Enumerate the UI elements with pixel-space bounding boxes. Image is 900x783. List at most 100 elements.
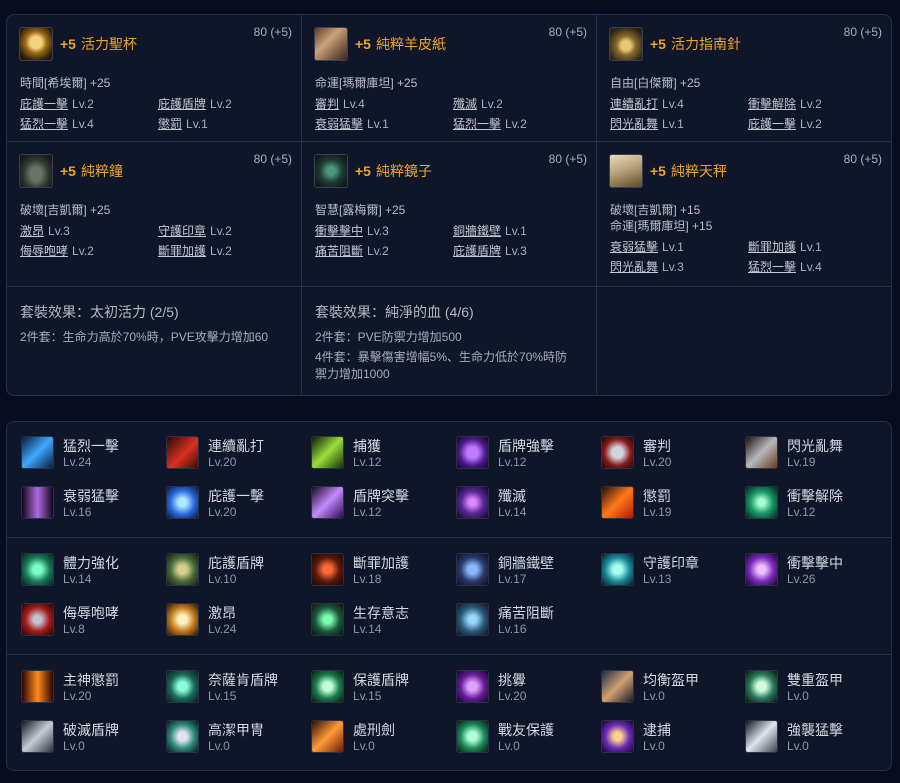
stigma-card[interactable]: +5 純粹天秤 80 (+5) 破壞[吉凱爾] +15 命運[瑪爾庫坦] +15 … [597, 142, 891, 287]
skill-level: Lv.20 [643, 455, 672, 469]
skill-item[interactable]: 斷罪加護 Lv.18 [303, 550, 443, 590]
card-skill[interactable]: 斷罪加護 Lv.2 [158, 242, 296, 259]
skill-name: 均衡盔甲 [643, 672, 699, 688]
stigma-card[interactable]: +5 純粹鏡子 80 (+5) 智慧[露梅爾] +25 衝擊擊中 Lv.3 銅牆鐵壁… [302, 142, 597, 287]
skill-item[interactable]: 激昂 Lv.24 [158, 600, 298, 640]
skill-item[interactable]: 挑釁 Lv.20 [448, 667, 588, 707]
skill-item[interactable]: 生存意志 Lv.14 [303, 600, 443, 640]
card-skill[interactable]: 激昂 Lv.3 [20, 222, 158, 239]
card-skill[interactable]: 斷罪加護 Lv.1 [748, 238, 886, 255]
card-enchant: +5 [60, 163, 76, 179]
skill-item[interactable]: 處刑劍 Lv.0 [303, 717, 443, 757]
card-skill[interactable]: 衝擊擊中 Lv.3 [315, 222, 453, 239]
skill-item[interactable]: 雙重盔甲 Lv.0 [737, 667, 877, 707]
card-skill[interactable]: 痛苦阻斷 Lv.2 [315, 242, 453, 259]
skill-item[interactable]: 痛苦阻斷 Lv.16 [448, 600, 588, 640]
card-skill[interactable]: 閃光亂舞 Lv.3 [610, 258, 748, 275]
stigma-card[interactable]: +5 純粹鐘 80 (+5) 破壞[吉凱爾] +25 激昂 Lv.3 守護印章 Lv.… [7, 142, 302, 287]
card-skill[interactable]: 衰弱猛擊 Lv.1 [315, 115, 453, 132]
fervor-icon [166, 603, 199, 636]
card-name: 純粹羊皮紙 [375, 36, 446, 52]
skill-item[interactable]: 盾牌強擊 Lv.12 [448, 433, 588, 473]
card-level: 80 (+5) [548, 152, 587, 166]
skill-item[interactable]: 均衡盔甲 Lv.0 [593, 667, 733, 707]
skill-item[interactable]: 保護盾牌 Lv.15 [303, 667, 443, 707]
set-effect-title: 套裝效果：太初活力 (2/5) [20, 304, 179, 320]
card-skill[interactable]: 連續亂打 Lv.4 [610, 95, 748, 112]
skill-item[interactable]: 庇護盾牌 Lv.10 [158, 550, 298, 590]
card-skill[interactable]: 審判 Lv.4 [315, 95, 453, 112]
skill-item[interactable]: 奈薩肯盾牌 Lv.15 [158, 667, 298, 707]
skill-item[interactable]: 體力強化 Lv.14 [13, 550, 153, 590]
divider [7, 654, 891, 655]
card-skill[interactable]: 庇護盾牌 Lv.3 [453, 242, 591, 259]
skill-item[interactable]: 高潔甲冑 Lv.0 [158, 717, 298, 757]
pain-block-icon [456, 603, 489, 636]
skill-item[interactable]: 守護印章 Lv.13 [593, 550, 733, 590]
skill-item[interactable]: 連續亂打 Lv.20 [158, 433, 298, 473]
skill-name: 斷罪加護 [353, 555, 409, 571]
red-strike-icon [166, 436, 199, 469]
skill-name: 猛烈一擊 [63, 438, 119, 454]
card-skill[interactable]: 衝擊解除 Lv.2 [748, 95, 886, 112]
skill-item[interactable]: 戰友保護 Lv.0 [448, 717, 588, 757]
skill-level: Lv.12 [353, 455, 382, 469]
card-enchant: +5 [355, 36, 371, 52]
compass-icon [609, 27, 643, 61]
bell-icon [19, 154, 53, 188]
skill-item[interactable]: 侮辱咆哮 Lv.8 [13, 600, 153, 640]
skill-item[interactable]: 捕獲 Lv.12 [303, 433, 443, 473]
card-level: 80 (+5) [843, 25, 882, 39]
balance-armor-icon [601, 670, 634, 703]
skill-level: Lv.12 [787, 505, 816, 519]
card-skill[interactable]: 閃光亂舞 Lv.1 [610, 115, 748, 132]
skill-level: Lv.13 [643, 572, 672, 586]
skill-level: Lv.14 [498, 505, 527, 519]
card-skill[interactable]: 猛烈一擊 Lv.4 [20, 115, 158, 132]
skill-level: Lv.12 [498, 455, 527, 469]
skill-item[interactable]: 衝擊擊中 Lv.26 [737, 550, 877, 590]
condemn-icon [311, 553, 344, 586]
card-skill[interactable]: 衰弱猛擊 Lv.1 [610, 238, 748, 255]
card-skill[interactable]: 猛烈一擊 Lv.2 [453, 115, 591, 132]
card-skill[interactable]: 銅牆鐵壁 Lv.1 [453, 222, 591, 239]
stigma-card[interactable]: +5 活力聖杯 80 (+5) 時間[希埃爾] +25 庇護一擊 Lv.2 庇護盾牌… [7, 15, 302, 142]
card-skill[interactable]: 庇護盾牌 Lv.2 [158, 95, 296, 112]
skill-name: 連續亂打 [208, 438, 264, 454]
skill-name: 奈薩肯盾牌 [208, 672, 278, 688]
card-skill[interactable]: 猛烈一擊 Lv.4 [748, 258, 886, 275]
set-effect-title: 套裝效果：純淨的血 (4/6) [315, 304, 474, 320]
skill-item[interactable]: 猛烈一擊 Lv.24 [13, 433, 153, 473]
survival-icon [311, 603, 344, 636]
skill-item[interactable]: 逮捕 Lv.0 [593, 717, 733, 757]
stigma-card[interactable]: +5 純粹羊皮紙 80 (+5) 命運[瑪爾庫坦] +25 審判 Lv.4 殲滅 Lv… [302, 15, 597, 142]
skill-item[interactable]: 衰弱猛擊 Lv.16 [13, 483, 153, 523]
skill-item[interactable]: 懲罰 Lv.19 [593, 483, 733, 523]
card-skill[interactable]: 侮辱咆哮 Lv.2 [20, 242, 158, 259]
guard-seal-icon [601, 553, 634, 586]
skill-name: 生存意志 [353, 605, 409, 621]
skill-name: 守護印章 [643, 555, 699, 571]
skill-item[interactable]: 殲滅 Lv.14 [448, 483, 588, 523]
skill-item[interactable]: 衝擊解除 Lv.12 [737, 483, 877, 523]
double-armor-icon [745, 670, 778, 703]
skill-item[interactable]: 主神懲罰 Lv.20 [13, 667, 153, 707]
skill-name: 挑釁 [498, 672, 526, 688]
stigma-card[interactable]: +5 活力指南針 80 (+5) 自由[白傑爾] +25 連續亂打 Lv.4 衝擊解… [597, 15, 891, 142]
card-skill[interactable]: 庇護一擊 Lv.2 [748, 115, 886, 132]
skill-item[interactable]: 庇護一擊 Lv.20 [158, 483, 298, 523]
skill-item[interactable]: 強襲猛擊 Lv.0 [737, 717, 877, 757]
skill-item[interactable]: 破滅盾牌 Lv.0 [13, 717, 153, 757]
skill-level: Lv.19 [643, 505, 672, 519]
card-skill[interactable]: 庇護一擊 Lv.2 [20, 95, 158, 112]
skill-name: 痛苦阻斷 [498, 605, 554, 621]
skill-item[interactable]: 審判 Lv.20 [593, 433, 733, 473]
card-skill[interactable]: 殲滅 Lv.2 [453, 95, 591, 112]
skill-item[interactable]: 閃光亂舞 Lv.19 [737, 433, 877, 473]
skill-item[interactable]: 盾牌突擊 Lv.12 [303, 483, 443, 523]
set-effect-line: 4件套：暴擊傷害增幅5%、生命力低於70%時防 [315, 350, 568, 364]
skill-item[interactable]: 銅牆鐵壁 Lv.17 [448, 550, 588, 590]
card-skill[interactable]: 守護印章 Lv.2 [158, 222, 296, 239]
card-skill[interactable]: 懲罰 Lv.1 [158, 115, 296, 132]
skill-name: 保護盾牌 [353, 672, 409, 688]
